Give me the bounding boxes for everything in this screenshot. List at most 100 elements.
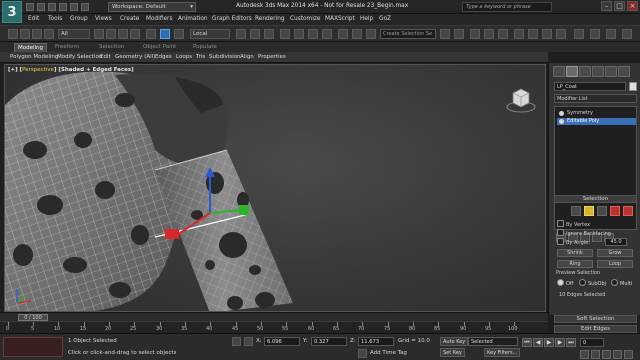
panel-loops[interactable]: Loops bbox=[176, 54, 192, 60]
time-slider-thumb[interactable]: 0 / 100 bbox=[18, 314, 48, 321]
preview-off-radio[interactable]: Off bbox=[557, 279, 573, 287]
display-tab-icon[interactable] bbox=[605, 66, 617, 77]
x-coord-field[interactable]: 6.096 bbox=[264, 337, 300, 346]
edit-edges-rollout-title[interactable]: Edit Edges bbox=[554, 325, 637, 333]
menu-goz[interactable]: GoZ bbox=[379, 16, 391, 22]
keyboard-shortcut-icon[interactable] bbox=[264, 29, 274, 39]
tab-populate[interactable]: Populate bbox=[190, 43, 220, 52]
panel-subdivision[interactable]: Subdivision bbox=[209, 54, 241, 60]
toggle-layer-explorer-icon[interactable] bbox=[454, 29, 464, 39]
help-search-input[interactable]: Type a keyword or phrase bbox=[462, 2, 552, 12]
maxscript-listener[interactable] bbox=[3, 337, 63, 357]
pan-icon[interactable] bbox=[613, 350, 622, 359]
hierarchy-tab-icon[interactable] bbox=[579, 66, 591, 77]
vertex-icon[interactable] bbox=[571, 206, 581, 216]
tab-freeform[interactable]: Freeform bbox=[52, 43, 83, 52]
close-button[interactable]: × bbox=[627, 1, 638, 11]
graphite-toolbox-icon[interactable] bbox=[470, 29, 480, 39]
modify-tab-icon[interactable] bbox=[566, 66, 578, 77]
modifier-list-dropdown[interactable]: Modifier List bbox=[554, 94, 637, 103]
create-tab-icon[interactable] bbox=[553, 66, 565, 77]
save-file-icon[interactable] bbox=[48, 3, 56, 11]
ring-button[interactable]: Ring bbox=[557, 260, 593, 268]
named-selection-set-input[interactable]: Create Selection Se bbox=[380, 29, 436, 39]
edit-named-selection-icon[interactable] bbox=[338, 29, 348, 39]
selection-rollout-title[interactable]: Selection bbox=[554, 195, 637, 203]
menu-group[interactable]: Group bbox=[70, 16, 88, 22]
object-name-field[interactable]: LP_Coat bbox=[554, 82, 626, 91]
zoom-all-icon[interactable] bbox=[591, 350, 600, 359]
viewport-label[interactable]: [+] [Perspective] [Shaded + Edged Faces] bbox=[8, 67, 134, 73]
select-move-icon[interactable] bbox=[146, 29, 156, 39]
material-editor-icon[interactable] bbox=[514, 29, 524, 39]
key-filters-button[interactable]: Key Filters... bbox=[484, 348, 521, 357]
by-angle-checkbox[interactable]: By Angle: bbox=[557, 238, 590, 247]
undo-icon[interactable] bbox=[59, 3, 67, 11]
orbit-icon[interactable] bbox=[624, 350, 633, 359]
workspace-dropdown[interactable]: Workspace: Default ▾ bbox=[108, 2, 196, 12]
menu-graph-editors[interactable]: Graph Editors bbox=[212, 16, 252, 22]
absolute-mode-icon[interactable] bbox=[244, 337, 253, 346]
go-to-start-icon[interactable]: ⏮ bbox=[522, 338, 532, 347]
toggle-scene-explorer-icon[interactable] bbox=[440, 29, 450, 39]
by-angle-value-field[interactable]: 45.0 bbox=[605, 238, 627, 246]
time-slider[interactable]: 0 / 100 bbox=[0, 312, 548, 321]
schematic-view-icon[interactable] bbox=[498, 29, 508, 39]
loop-button[interactable]: Loop bbox=[597, 260, 633, 268]
render-production-icon[interactable] bbox=[556, 29, 566, 39]
select-by-name-icon[interactable] bbox=[106, 29, 116, 39]
menu-tools[interactable]: Tools bbox=[48, 16, 62, 22]
menu-maxscript[interactable]: MAXScript bbox=[325, 16, 355, 22]
panel-edges[interactable]: Edges bbox=[155, 54, 172, 60]
snaps-toggle-icon[interactable] bbox=[280, 29, 290, 39]
panel-modify-selection[interactable]: Modify Selection bbox=[57, 54, 102, 60]
rendered-frame-window-icon[interactable] bbox=[542, 29, 552, 39]
percent-snap-icon[interactable] bbox=[308, 29, 318, 39]
zoom-icon[interactable] bbox=[580, 350, 589, 359]
menu-modifiers[interactable]: Modifiers bbox=[146, 16, 172, 22]
tab-object-paint[interactable]: Object Paint bbox=[140, 43, 179, 52]
select-scale-icon[interactable] bbox=[174, 29, 184, 39]
reference-coordinate-dropdown[interactable]: Local bbox=[190, 29, 230, 39]
auto-key-button[interactable]: Auto Key bbox=[440, 337, 469, 346]
element-icon[interactable] bbox=[623, 206, 633, 216]
utilities-tab-icon[interactable] bbox=[618, 66, 630, 77]
track-bar[interactable]: 0 5 10 15 20 25 30 35 40 45 50 55 60 65 … bbox=[0, 321, 548, 333]
zoom-extents-icon[interactable] bbox=[602, 350, 611, 359]
menu-edit[interactable]: Edit bbox=[28, 16, 39, 22]
border-icon[interactable] bbox=[597, 206, 607, 216]
shrink-button[interactable]: Shrink bbox=[557, 249, 593, 257]
window-crossing-icon[interactable] bbox=[130, 29, 140, 39]
open-file-icon[interactable] bbox=[37, 3, 45, 11]
next-frame-icon[interactable]: ▶ bbox=[555, 338, 565, 347]
play-icon[interactable]: ▶ bbox=[544, 338, 554, 347]
align-icon[interactable] bbox=[366, 29, 376, 39]
new-file-icon[interactable] bbox=[26, 3, 34, 11]
rect-selection-icon[interactable] bbox=[118, 29, 128, 39]
viewcube-icon[interactable] bbox=[505, 87, 537, 115]
select-manipulate-icon[interactable] bbox=[250, 29, 260, 39]
panel-polygon-modeling[interactable]: Polygon Modeling bbox=[10, 54, 58, 60]
expand-icon[interactable] bbox=[559, 119, 564, 124]
redo-icon[interactable] bbox=[70, 3, 78, 11]
angle-snap-icon[interactable] bbox=[294, 29, 304, 39]
go-to-end-icon[interactable]: ⏭ bbox=[566, 338, 576, 347]
z-coord-field[interactable]: 11.673 bbox=[358, 337, 394, 346]
ignore-backfacing-checkbox[interactable]: Ignore Backfacing bbox=[557, 229, 611, 238]
tab-modeling[interactable]: Modeling bbox=[14, 43, 48, 52]
selection-lock-icon[interactable] bbox=[232, 337, 241, 346]
current-frame-field[interactable]: 0 bbox=[580, 338, 604, 347]
tab-selection[interactable]: Selection bbox=[96, 43, 127, 52]
perspective-viewport[interactable]: [+] [Perspective] [Shaded + Edged Faces] bbox=[4, 64, 546, 312]
polygon-icon[interactable] bbox=[610, 206, 620, 216]
app-logo-icon[interactable]: 3 bbox=[2, 1, 22, 23]
undo-icon[interactable] bbox=[8, 29, 18, 39]
unlink-icon[interactable] bbox=[44, 29, 54, 39]
select-object-icon[interactable] bbox=[94, 29, 104, 39]
redo-icon[interactable] bbox=[20, 29, 30, 39]
panel-edit[interactable]: Edit bbox=[100, 54, 111, 60]
preview-multi-radio[interactable]: Multi bbox=[611, 279, 632, 287]
extra-tool-icon[interactable] bbox=[590, 29, 600, 39]
menu-views[interactable]: Views bbox=[95, 16, 112, 22]
stack-item-symmetry[interactable]: Symmetry bbox=[557, 110, 636, 117]
